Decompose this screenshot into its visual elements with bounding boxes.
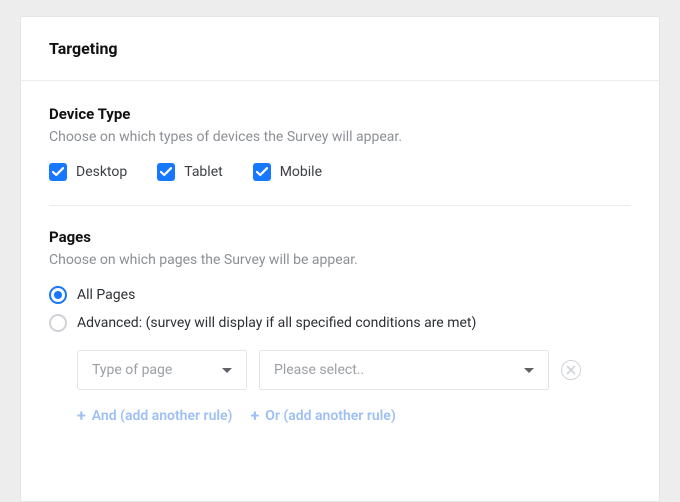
rule-actions: + And (add another rule) + Or (add anoth…	[77, 408, 631, 424]
plus-icon: +	[77, 408, 86, 424]
select-placeholder: Type of page	[92, 362, 172, 378]
remove-rule-button[interactable]	[561, 360, 581, 380]
checkmark-icon	[49, 163, 67, 181]
radio-label: Advanced: (survey will display if all sp…	[77, 315, 476, 331]
action-label: Or (add another rule)	[265, 408, 396, 424]
card-title: Targeting	[49, 39, 631, 58]
select-placeholder: Please select..	[274, 362, 364, 378]
chevron-down-icon	[222, 368, 232, 373]
radio-advanced[interactable]: Advanced: (survey will display if all sp…	[49, 314, 631, 332]
pages-heading: Pages	[49, 228, 631, 246]
device-checkbox-row: Desktop Tablet Mobile	[49, 163, 631, 181]
device-type-description: Choose on which types of devices the Sur…	[49, 129, 631, 145]
device-type-heading: Device Type	[49, 105, 631, 123]
section-divider	[49, 205, 631, 206]
checkmark-icon	[157, 163, 175, 181]
checkbox-desktop[interactable]: Desktop	[49, 163, 127, 181]
radio-all-pages[interactable]: All Pages	[49, 286, 631, 304]
checkbox-label: Desktop	[76, 164, 127, 180]
chevron-down-icon	[524, 368, 534, 373]
type-of-page-select[interactable]: Type of page	[77, 350, 247, 390]
page-value-select[interactable]: Please select..	[259, 350, 549, 390]
rule-row: Type of page Please select..	[77, 350, 631, 390]
or-add-rule-button[interactable]: + Or (add another rule)	[250, 408, 395, 424]
and-add-rule-button[interactable]: + And (add another rule)	[77, 408, 232, 424]
radio-icon	[49, 286, 67, 304]
action-label: And (add another rule)	[92, 408, 233, 424]
checkmark-icon	[253, 163, 271, 181]
checkbox-label: Mobile	[280, 164, 322, 180]
targeting-card: Targeting Device Type Choose on which ty…	[20, 16, 660, 502]
close-icon	[566, 365, 576, 375]
card-header: Targeting	[21, 17, 659, 81]
checkbox-mobile[interactable]: Mobile	[253, 163, 322, 181]
plus-icon: +	[250, 408, 259, 424]
pages-radio-group: All Pages Advanced: (survey will display…	[49, 286, 631, 332]
radio-label: All Pages	[77, 287, 135, 303]
checkbox-label: Tablet	[184, 164, 222, 180]
checkbox-tablet[interactable]: Tablet	[157, 163, 222, 181]
radio-icon	[49, 314, 67, 332]
pages-description: Choose on which pages the Survey will be…	[49, 252, 631, 268]
card-body: Device Type Choose on which types of dev…	[21, 81, 659, 452]
